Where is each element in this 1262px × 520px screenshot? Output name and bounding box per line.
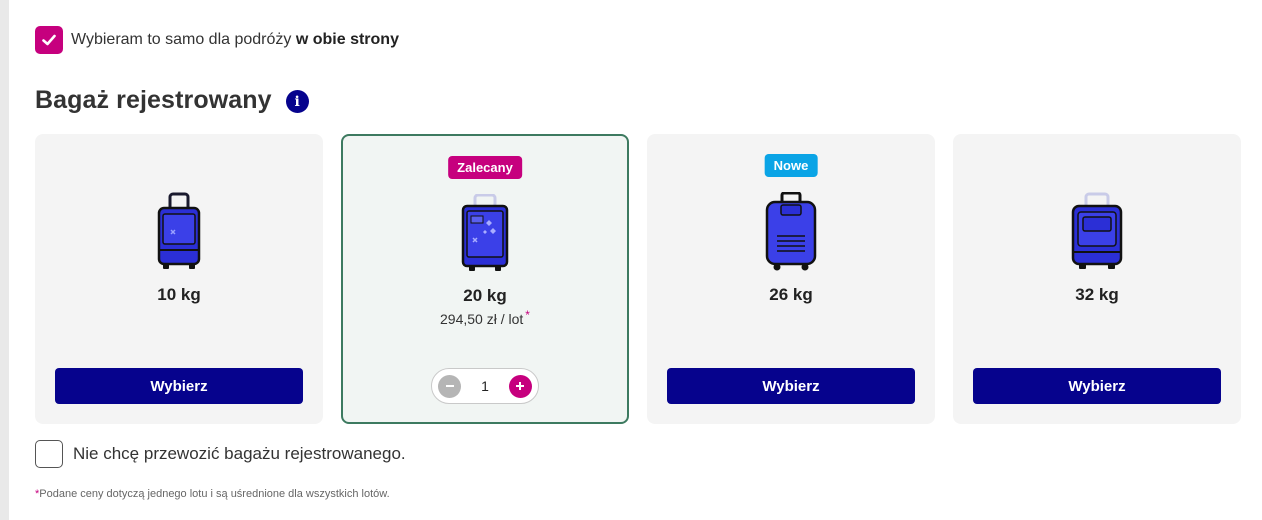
baggage-card-26kg[interactable]: Nowe 26 kg Wybierz — [647, 134, 935, 424]
same-both-ways-label: Wybieram to samo dla podróży w obie stro… — [71, 31, 399, 48]
card-weight: 20 kg — [463, 286, 507, 305]
left-rail — [0, 0, 9, 520]
suitcase-10kg-icon — [157, 192, 201, 269]
checkbox-checked[interactable] — [35, 26, 63, 54]
section-title: Bagaż rejestrowany — [35, 86, 272, 114]
info-icon[interactable]: i — [285, 90, 309, 113]
plus-icon — [516, 382, 525, 390]
section-header: Bagaż rejestrowany i — [35, 86, 309, 115]
select-10kg-button[interactable]: Wybierz — [55, 368, 303, 404]
select-26kg-button[interactable]: Wybierz — [667, 368, 915, 404]
decrement-button[interactable] — [438, 374, 461, 398]
minus-icon — [445, 385, 454, 387]
price-value: 294,50 zł / lot — [440, 311, 524, 327]
suitcase-32kg-icon — [1071, 192, 1123, 269]
quantity-stepper: 1 — [431, 368, 539, 404]
baggage-card-10kg[interactable]: 10 kg Wybierz — [35, 134, 323, 424]
card-weight: 10 kg — [157, 285, 201, 304]
new-badge: Nowe — [764, 154, 818, 177]
no-checked-baggage-checkbox[interactable]: Nie chcę przewozić bagażu rejestrowanego… — [35, 440, 406, 468]
quantity-value: 1 — [481, 378, 489, 394]
checkbox-unchecked[interactable] — [35, 440, 63, 468]
no-checked-baggage-label: Nie chcę przewozić bagażu rejestrowanego… — [73, 444, 406, 463]
suitcase-20kg-icon — [461, 194, 509, 271]
baggage-card-20kg[interactable]: Zalecany 20 kg 294,50 zł / lot * 1 — [341, 134, 629, 424]
price-footnote: *Podane ceny dotyczą jednego lotu i są u… — [35, 488, 390, 500]
card-price: 294,50 zł / lot * — [343, 308, 627, 327]
suitcase-26kg-icon — [765, 192, 817, 271]
increment-button[interactable] — [508, 374, 532, 398]
card-weight: 32 kg — [1075, 285, 1119, 304]
baggage-card-32kg[interactable]: 32 kg Wybierz — [953, 134, 1241, 424]
card-weight: 26 kg — [769, 285, 813, 304]
select-32kg-button[interactable]: Wybierz — [973, 368, 1221, 404]
same-both-ways-checkbox[interactable]: Wybieram to samo dla podróży w obie stro… — [35, 26, 399, 54]
footnote-text: Podane ceny dotyczą jednego lotu i są uś… — [39, 488, 390, 500]
price-asterisk: * — [525, 308, 530, 322]
checkmark-icon — [42, 34, 56, 46]
recommended-badge: Zalecany — [448, 156, 522, 179]
